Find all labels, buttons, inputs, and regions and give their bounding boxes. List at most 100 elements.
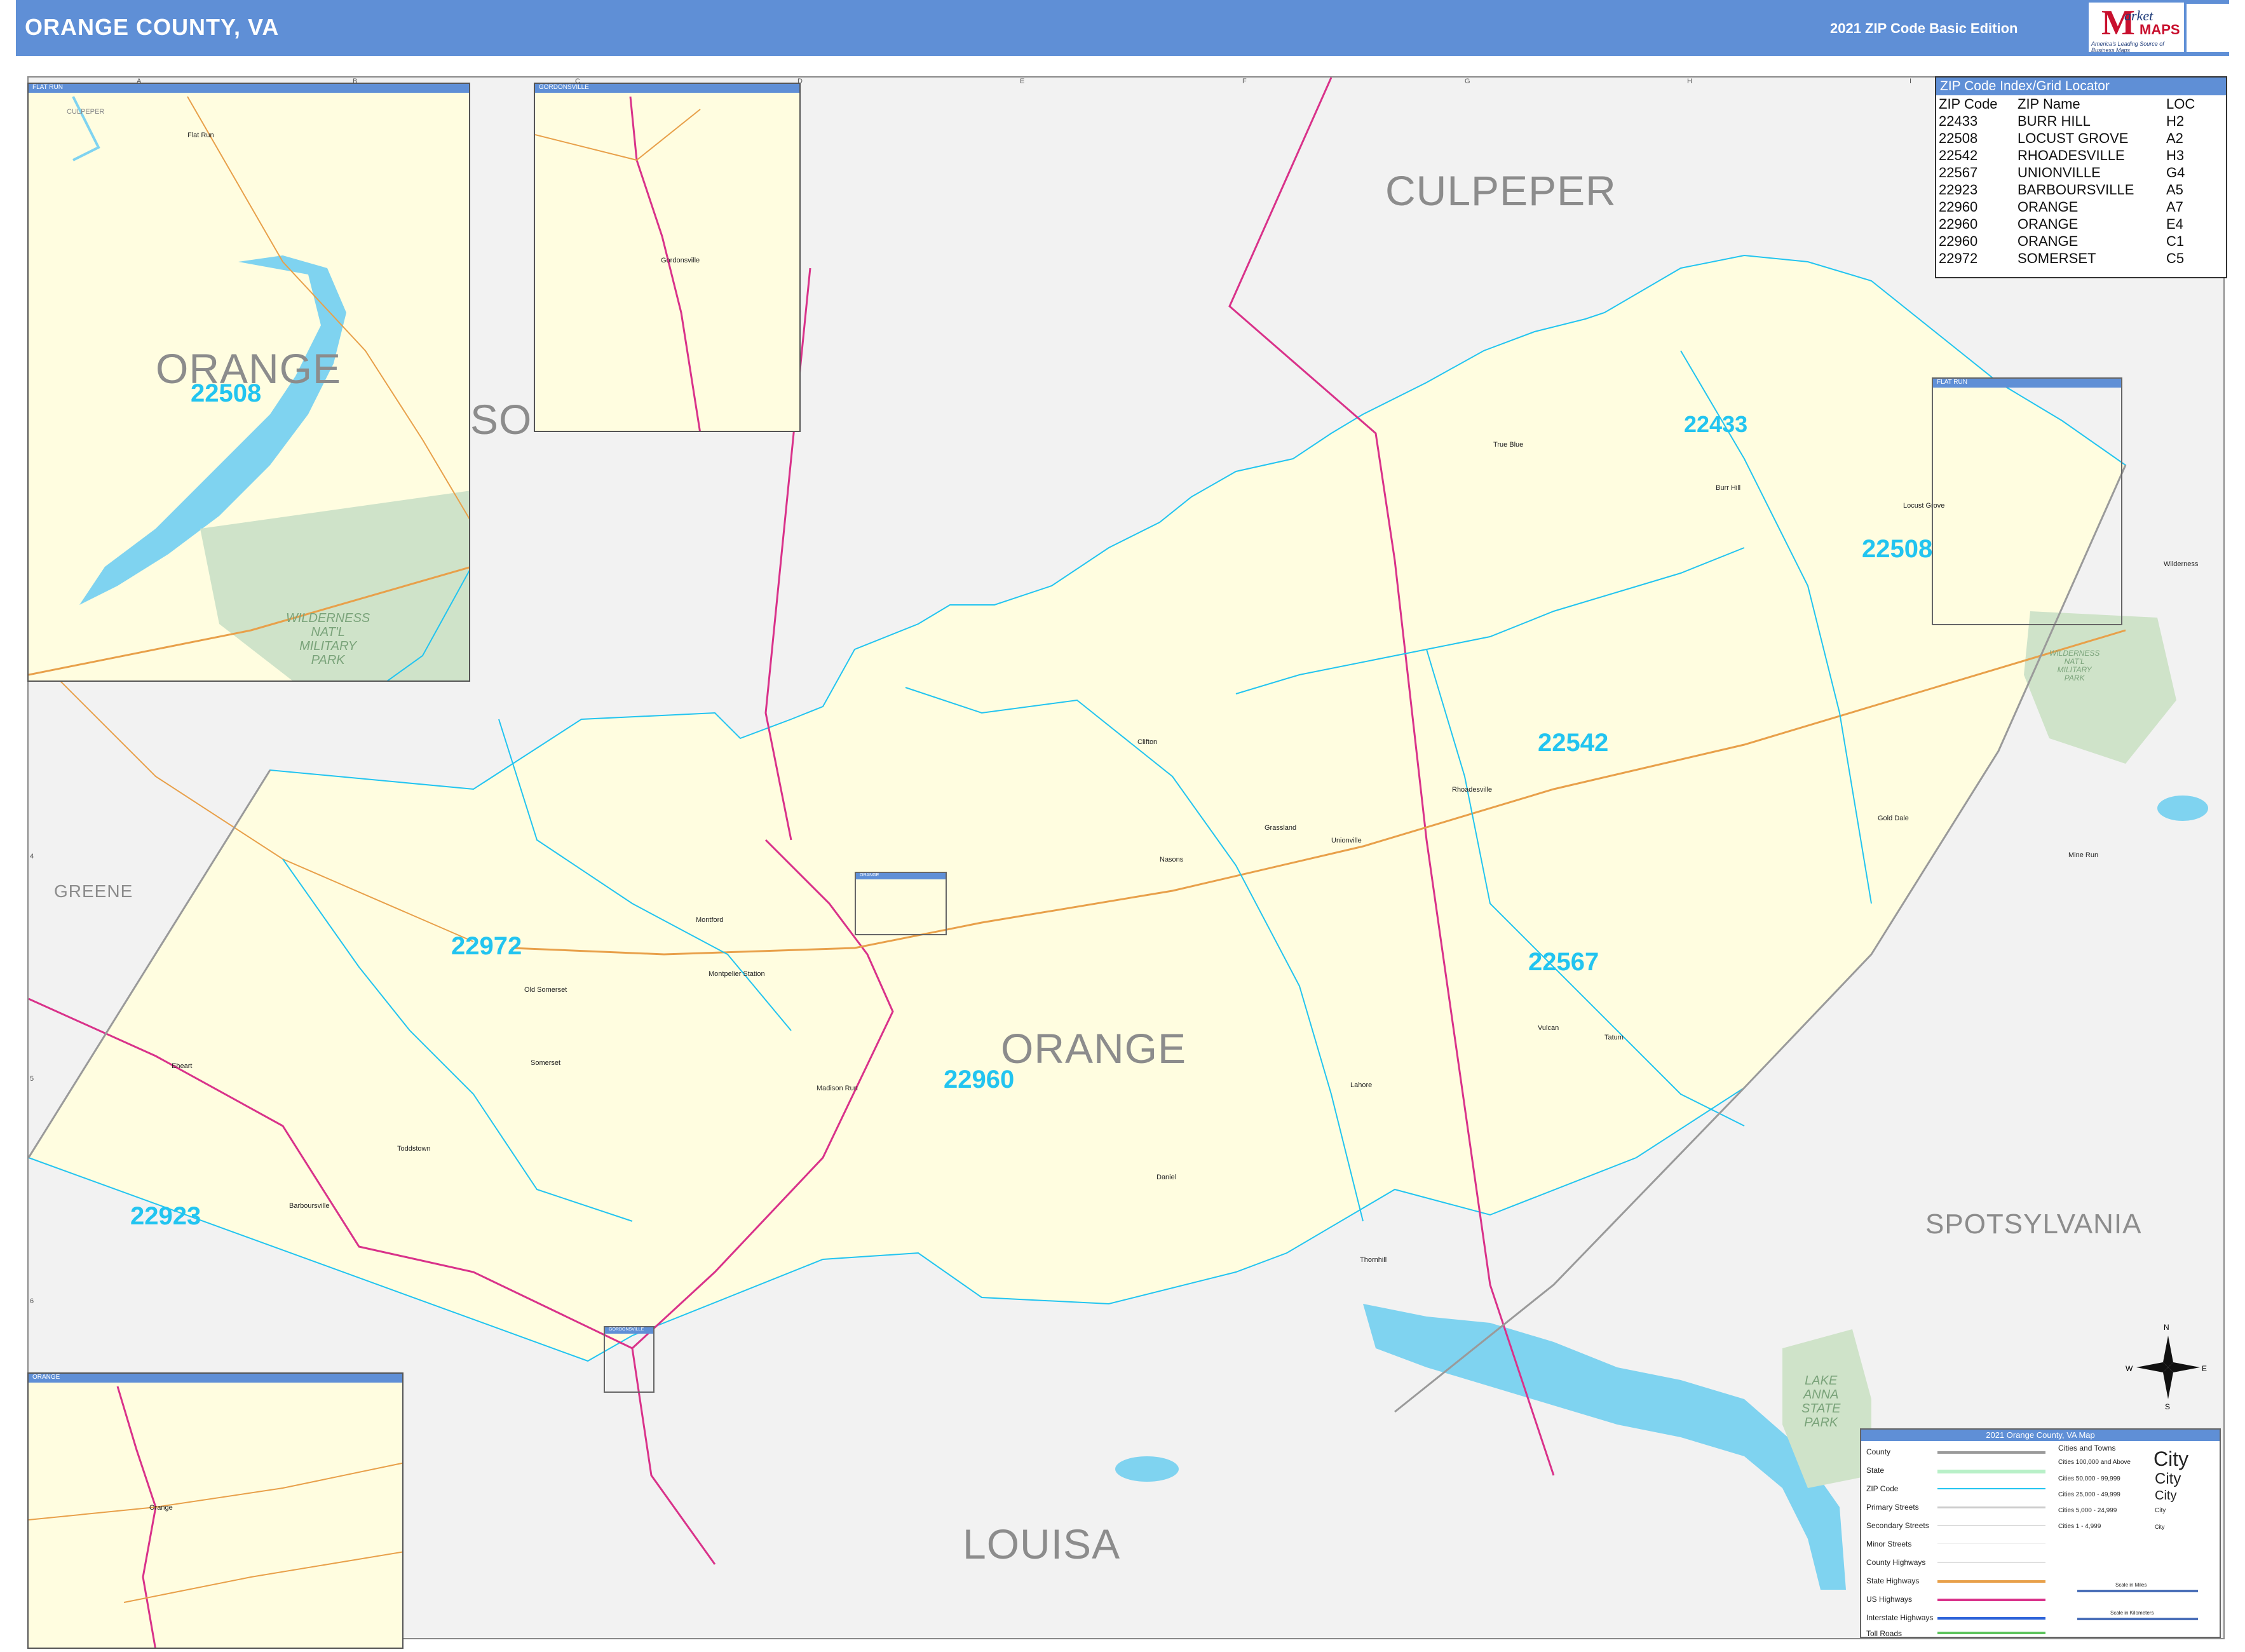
zip-cell: 22508 [1939,130,1978,146]
legend-item: Interstate Highways [1866,1613,1934,1622]
zip-label: 22923 [130,1202,201,1230]
us-highway [629,96,701,431]
table-row: 22972 SOMERSET C5 [1937,250,2196,267]
county-label-louisa: LOUISA [963,1520,1121,1567]
legend-scale-miles: Scale in Miles [2115,1582,2147,1588]
town-label: Madison Run [817,1085,858,1092]
inset-frame-title: FLAT RUN [1933,379,2121,388]
legend-swatch-state-hwy [1937,1580,2045,1583]
legend-item: State Highways [1866,1576,1920,1585]
town-label: Old Somerset [524,986,567,994]
inset-frame-gordonsville[interactable]: GORDONSVILLE [604,1326,655,1393]
column-header: LOC [2166,96,2195,112]
inset-town-label: Orange [149,1504,173,1512]
contact-block [2187,4,2242,52]
inset-frame-orange[interactable]: ORANGE [855,872,947,935]
town-label: Burr Hill [1716,484,1741,492]
name-cell: ORANGE [2018,199,2079,215]
table-row: 22567 UNIONVILLE G4 [1937,164,2196,181]
inset-orange[interactable]: ORANGE Orange [27,1372,404,1649]
compass-n: N [2164,1323,2169,1332]
town-label: Rhoadesville [1452,786,1492,794]
legend-item: ZIP Code [1866,1484,1899,1493]
legend-city-range: Cities 1 - 4,999 [2058,1523,2101,1530]
legend-swatch-primary [1937,1506,2045,1508]
zip-cell: 22960 [1939,216,1978,232]
legend-swatch-secondary [1937,1525,2045,1526]
compass-rose [2136,1336,2200,1399]
legend-scale-bar-km [2077,1618,2198,1620]
column-header: ZIP Code [1939,96,1998,112]
town-label: Lahore [1350,1081,1373,1089]
table-row: 22508 LOCUST GROVE A2 [1937,130,2196,147]
inset-frame-title: GORDONSVILLE [605,1327,653,1334]
town-label: Clifton [1137,738,1158,746]
name-cell: LOCUST GROVE [2018,130,2129,146]
town-label: Eheart [172,1062,193,1070]
park-label: WILDERNESS NAT'L MILITARY PARK [2049,649,2100,682]
table-row: 22960 ORANGE A7 [1937,198,2196,215]
county-label-spotsylvania: SPOTSYLVANIA [1925,1209,2142,1240]
legend-title: 2021 Orange County, VA Map [1861,1430,2220,1441]
legend-city-sample: City [2155,1489,2177,1503]
town-label: Gold Dale [1878,815,1909,822]
water-line [72,96,100,161]
loc-cell: G4 [2166,165,2185,180]
inset-orange-canvas [29,1386,402,1648]
loc-cell: A7 [2166,199,2183,215]
town-label: Mine Run [2068,851,2099,859]
inset-town-label: Gordonsville [661,257,700,264]
zip-cell: 22923 [1939,182,1978,198]
zip-cell: 22960 [1939,199,1978,215]
inset-zip-label: 22508 [191,379,262,407]
legend-swatch-county [1937,1451,2045,1454]
zip-index-table: ZIP Code Index/Grid Locator ZIP Code ZIP… [1935,76,2227,278]
legend-item: State [1866,1466,1885,1475]
zip-cell: 22972 [1939,250,1978,266]
inset-flat-run-town: Flat Run [187,132,214,139]
loc-cell: A2 [2166,130,2183,146]
grid-col-label: E [1020,78,1025,85]
legend-swatch-county-hwy [1937,1562,2045,1563]
loc-cell: C5 [2166,250,2185,266]
inset-frame-flat-run[interactable]: FLAT RUN [1932,377,2122,625]
park-label: LAKE ANNA STATE PARK [1801,1374,1841,1430]
town-label: Barboursville [289,1202,330,1210]
inset-gordonsville[interactable]: GORDONSVILLE Gordonsville [534,83,801,432]
town-label: Tatum [1604,1034,1624,1041]
legend-cities-title: Cities and Towns [2058,1444,2116,1452]
name-cell: ORANGE [2018,216,2079,232]
grid-row-label: 4 [30,853,34,860]
table-header-row: ZIP Code ZIP Name LOC [1937,95,2196,112]
logo-tagline: America's Leading Source of Business Map… [2091,41,2164,53]
zip-label: 22508 [1862,535,1933,563]
loc-cell: E4 [2166,216,2183,232]
zip-cell: 22542 [1939,147,1978,163]
grid-row-label: 5 [30,1075,34,1083]
zip-cell: 22960 [1939,233,1978,249]
town-label: Grassland [1265,824,1297,832]
table-row: 22923 BARBOURSVILLE A5 [1937,181,2196,198]
town-label: Toddstown [397,1145,431,1153]
zip-label: 22972 [451,932,522,960]
grid-col-label: I [1909,78,1912,85]
inset-flat-run[interactable]: FLAT RUN ORANGE 22508 CULPEPER Flat Run … [27,83,470,682]
table-row: 22433 BURR HILL H2 [1937,112,2196,130]
county-label-culpeper: CULPEPER [1385,167,1617,214]
town-label: Nasons [1160,856,1184,863]
town-label: Unionville [1331,837,1362,844]
town-label: Daniel [1156,1174,1177,1181]
water-body [2157,796,2208,821]
loc-cell: H2 [2166,113,2185,129]
compass-w: W [2126,1364,2133,1373]
legend-swatch-interstate [1937,1617,2045,1620]
compass-e: E [2202,1364,2208,1373]
wilderness-park-area [2024,611,2176,764]
town-label: True Blue [1493,441,1524,449]
legend-item: Primary Streets [1866,1503,1919,1512]
map-title: ORANGE COUNTY, VA [25,14,280,40]
town-label: Vulcan [1538,1024,1559,1032]
legend-swatch-us-hwy [1937,1599,2045,1601]
inset-culpeper-label: CULPEPER [67,108,105,116]
legend-item: Toll Roads [1866,1629,1902,1638]
